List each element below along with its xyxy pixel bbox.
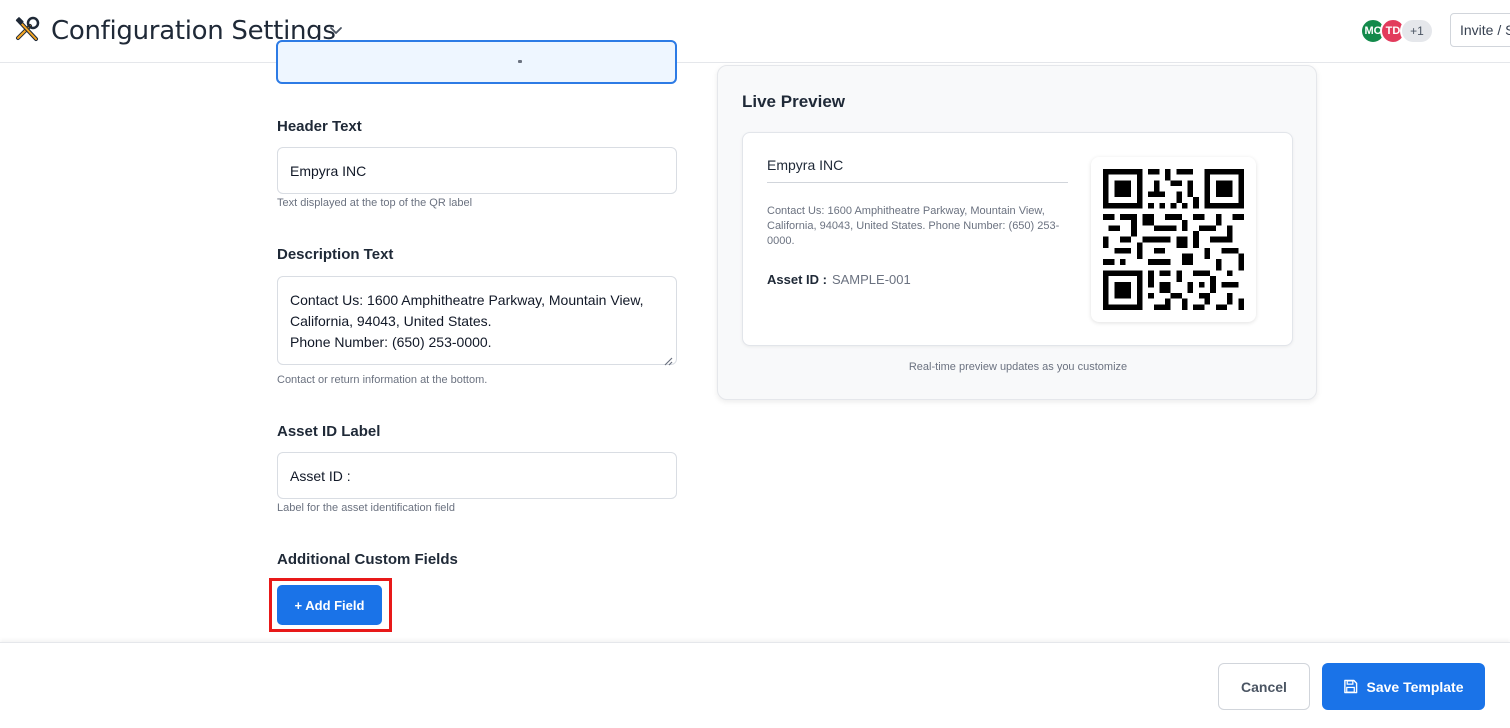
cancel-button[interactable]: Cancel bbox=[1218, 663, 1310, 710]
description-text-textarea[interactable]: Contact Us: 1600 Amphitheatre Parkway, M… bbox=[277, 276, 677, 366]
live-preview-panel: Live Preview Empyra INC Contact Us: 1600… bbox=[717, 65, 1317, 400]
asset-id-label-input[interactable]: Asset ID : bbox=[277, 452, 677, 499]
preview-divider bbox=[767, 182, 1068, 183]
description-line: California, 94043, United States. bbox=[290, 313, 492, 329]
floppy-disk-icon bbox=[1343, 679, 1358, 694]
header-text-hint: Text displayed at the top of the QR labe… bbox=[277, 197, 473, 209]
more-collaborators-badge[interactable]: +1 bbox=[1400, 18, 1434, 44]
description-text-label: Description Text bbox=[277, 246, 394, 263]
description-line: Contact Us: 1600 Amphitheatre Parkway, M… bbox=[290, 292, 644, 308]
footer-bar: Cancel Save Template bbox=[0, 642, 1510, 728]
preview-asset-label: Asset ID : bbox=[767, 272, 827, 287]
resize-handle-icon[interactable] bbox=[663, 351, 673, 366]
preview-header-text: Empyra INC bbox=[767, 157, 844, 173]
custom-fields-label: Additional Custom Fields bbox=[277, 551, 458, 568]
preview-asset-value: SAMPLE-001 bbox=[831, 272, 911, 287]
header-text-input[interactable]: Empyra INC bbox=[277, 147, 677, 194]
qr-label-preview-card: Empyra INC Contact Us: 1600 Amphitheatre… bbox=[742, 132, 1293, 346]
chevron-down-icon[interactable] bbox=[328, 22, 344, 38]
preview-asset-id: Asset ID : SAMPLE-001 bbox=[767, 272, 911, 287]
description-line: Phone Number: (650) 253-0000. bbox=[290, 334, 492, 350]
save-template-label: Save Template bbox=[1366, 678, 1464, 695]
save-template-button[interactable]: Save Template bbox=[1322, 663, 1485, 710]
asset-id-label-hint: Label for the asset identification field bbox=[277, 502, 455, 514]
preview-description: Contact Us: 1600 Amphitheatre Parkway, M… bbox=[767, 205, 1060, 247]
top-bar: Configuration Settings MC TD +1 Invite /… bbox=[0, 0, 1510, 63]
header-text-label: Header Text bbox=[277, 118, 362, 135]
selected-option-card[interactable] bbox=[276, 40, 677, 84]
live-preview-title: Live Preview bbox=[742, 92, 846, 111]
preview-caption: Real-time preview updates as you customi… bbox=[908, 361, 1128, 373]
qr-code-icon bbox=[1103, 169, 1244, 310]
qr-code-container bbox=[1091, 157, 1256, 322]
description-text-hint: Contact or return information at the bot… bbox=[277, 374, 488, 386]
option-card-text-fragment bbox=[518, 60, 522, 63]
tools-icon bbox=[14, 16, 42, 44]
invite-button[interactable]: Invite / Share bbox=[1450, 13, 1510, 47]
add-field-button[interactable]: + Add Field bbox=[277, 585, 382, 625]
asset-id-label-heading: Asset ID Label bbox=[277, 423, 381, 440]
